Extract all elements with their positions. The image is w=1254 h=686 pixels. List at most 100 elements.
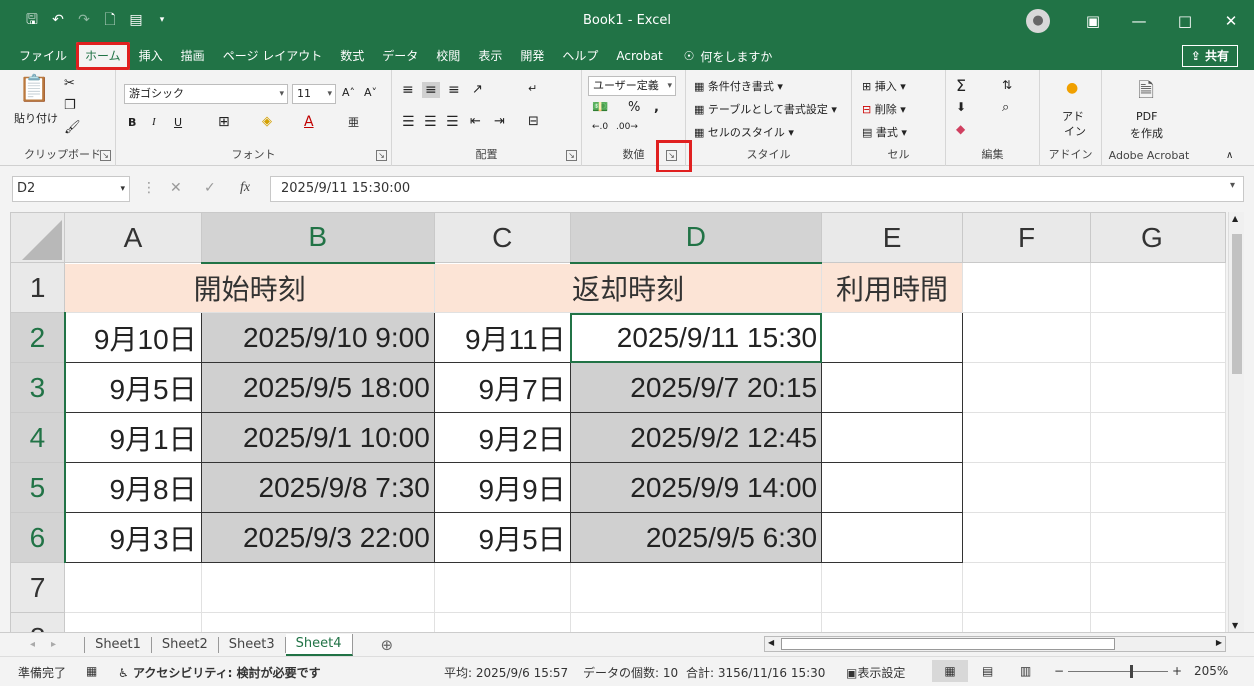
align-right-icon[interactable]: ☰ bbox=[446, 114, 459, 130]
sheet-tab-2[interactable]: Sheet2 bbox=[152, 636, 219, 653]
tab-insert[interactable]: 挿入 bbox=[130, 42, 172, 70]
addins-label-2[interactable]: イン bbox=[1064, 123, 1086, 139]
row-header-5[interactable]: 5 bbox=[10, 462, 66, 513]
sheet-tab-4[interactable]: Sheet4 bbox=[285, 633, 353, 656]
accessibility-status[interactable]: ♿ アクセシビリティ: 検討が必要です bbox=[118, 664, 321, 681]
autosum-icon[interactable]: Σ bbox=[956, 76, 966, 95]
column-header-b[interactable]: B bbox=[200, 212, 435, 264]
collapse-ribbon-icon[interactable]: ∧ bbox=[1226, 150, 1233, 161]
close-icon[interactable]: ✕ bbox=[1208, 12, 1254, 30]
cell[interactable] bbox=[1090, 412, 1226, 463]
zoom-slider-thumb[interactable] bbox=[1130, 665, 1133, 678]
increase-decimal-icon[interactable]: ←.0 bbox=[592, 122, 608, 132]
cell[interactable] bbox=[1090, 312, 1226, 363]
cell-a5[interactable]: 9月8日 bbox=[64, 462, 202, 513]
cell-e4[interactable] bbox=[821, 412, 963, 463]
paste-label[interactable]: 貼り付け bbox=[14, 110, 58, 126]
formula-input[interactable]: 2025/9/11 15:30:00 bbox=[270, 176, 1244, 202]
cell[interactable] bbox=[961, 612, 1092, 632]
cell-c5[interactable]: 9月9日 bbox=[433, 462, 571, 513]
tab-review[interactable]: 校閲 bbox=[427, 42, 469, 70]
cell[interactable] bbox=[64, 612, 202, 632]
column-header-e[interactable]: E bbox=[821, 212, 963, 263]
clipboard-launcher-icon[interactable]: ↘ bbox=[100, 150, 111, 161]
row-header-3[interactable]: 3 bbox=[10, 362, 66, 413]
font-launcher-icon[interactable]: ↘ bbox=[376, 150, 387, 161]
tab-developer[interactable]: 開発 bbox=[511, 42, 553, 70]
macro-record-icon[interactable]: ▦ bbox=[86, 664, 97, 678]
format-cells-button[interactable]: ▤ 書式 ▾ bbox=[862, 124, 907, 140]
column-header-g[interactable]: G bbox=[1090, 212, 1226, 263]
cell-d6[interactable]: 2025/9/5 6:30 bbox=[569, 512, 823, 563]
phonetic-icon[interactable]: 亜 bbox=[348, 114, 359, 130]
cell[interactable] bbox=[1090, 462, 1226, 513]
sheet-tab-3[interactable]: Sheet3 bbox=[219, 636, 286, 653]
increase-font-icon[interactable]: A˄ bbox=[342, 86, 355, 99]
fill-icon[interactable]: ⬇ bbox=[956, 100, 966, 114]
column-header-d[interactable]: D bbox=[569, 212, 823, 264]
cell[interactable] bbox=[569, 562, 823, 613]
cell[interactable] bbox=[1090, 612, 1226, 632]
cancel-icon[interactable]: ✕ bbox=[170, 180, 182, 196]
cell[interactable] bbox=[433, 612, 571, 632]
cell-c4[interactable]: 9月2日 bbox=[433, 412, 571, 463]
tab-data[interactable]: データ bbox=[373, 42, 427, 70]
zoom-slider[interactable] bbox=[1068, 671, 1168, 672]
addins-icon[interactable]: ● bbox=[1066, 80, 1078, 96]
cell-d4[interactable]: 2025/9/2 12:45 bbox=[569, 412, 823, 463]
row-header-6[interactable]: 6 bbox=[10, 512, 66, 563]
cell-d5[interactable]: 2025/9/9 14:00 bbox=[569, 462, 823, 513]
italic-button[interactable]: I bbox=[152, 116, 156, 128]
user-avatar-icon[interactable]: ● bbox=[1026, 9, 1050, 33]
merge-center-icon[interactable]: ⊟ bbox=[528, 114, 539, 129]
tab-page-layout[interactable]: ページ レイアウト bbox=[214, 42, 332, 70]
vertical-scrollbar[interactable]: ▲ ▼ bbox=[1228, 212, 1244, 632]
name-box[interactable]: D2 ▾ bbox=[12, 176, 130, 202]
cell-c3[interactable]: 9月7日 bbox=[433, 362, 571, 413]
horizontal-scrollbar[interactable]: ◀ ▶ bbox=[764, 636, 1226, 652]
align-left-icon[interactable]: ☰ bbox=[402, 114, 415, 130]
tab-home[interactable]: ホーム bbox=[76, 42, 130, 70]
share-button[interactable]: ⇪ 共有 bbox=[1181, 45, 1238, 67]
cell[interactable] bbox=[1090, 562, 1226, 613]
find-select-icon[interactable]: ⌕ bbox=[1002, 100, 1009, 115]
tab-formulas[interactable]: 数式 bbox=[331, 42, 373, 70]
copy-icon[interactable]: ❐ bbox=[64, 98, 76, 113]
cell-e3[interactable] bbox=[821, 362, 963, 413]
display-settings[interactable]: ▣表示設定 bbox=[846, 664, 905, 681]
align-middle-icon[interactable]: ≡ bbox=[422, 82, 440, 98]
zoom-out-icon[interactable]: − bbox=[1054, 664, 1064, 678]
addins-label-1[interactable]: アド bbox=[1062, 108, 1084, 124]
cell[interactable] bbox=[821, 612, 963, 632]
alignment-launcher-icon[interactable]: ↘ bbox=[566, 150, 577, 161]
cell[interactable] bbox=[433, 562, 571, 613]
cell-d3[interactable]: 2025/9/7 20:15 bbox=[569, 362, 823, 413]
increase-indent-icon[interactable]: ⇥ bbox=[494, 114, 505, 129]
comma-button[interactable]: , bbox=[654, 100, 659, 115]
cell-b4[interactable]: 2025/9/1 10:00 bbox=[200, 412, 435, 463]
cell[interactable] bbox=[1090, 362, 1226, 413]
underline-button[interactable]: U bbox=[174, 116, 182, 129]
cell-e2[interactable] bbox=[821, 312, 963, 363]
sort-filter-icon[interactable]: ⇅ bbox=[1002, 78, 1012, 92]
column-header-f[interactable]: F bbox=[961, 212, 1092, 263]
cell[interactable] bbox=[961, 362, 1092, 413]
cell-styles-button[interactable]: ▦ セルのスタイル ▾ bbox=[694, 124, 794, 140]
borders-icon[interactable]: ⊞ bbox=[218, 114, 230, 130]
cell[interactable] bbox=[200, 562, 435, 613]
zoom-level[interactable]: 205% bbox=[1194, 664, 1228, 678]
cell-a4[interactable]: 9月1日 bbox=[64, 412, 202, 463]
select-all-corner[interactable] bbox=[10, 212, 66, 263]
font-size-select[interactable]: 11 ▾ bbox=[292, 84, 336, 104]
cell-a2[interactable]: 9月10日 bbox=[64, 312, 202, 363]
orientation-icon[interactable]: ↗ bbox=[472, 82, 483, 97]
cut-icon[interactable]: ✂ bbox=[64, 76, 75, 91]
next-sheet-icon[interactable]: ▸ bbox=[51, 639, 56, 650]
page-break-view-icon[interactable]: ▥ bbox=[1020, 664, 1031, 678]
scroll-right-icon[interactable]: ▶ bbox=[1216, 638, 1222, 647]
enter-icon[interactable]: ✓ bbox=[204, 180, 216, 196]
font-family-select[interactable]: 游ゴシック ▾ bbox=[124, 84, 288, 104]
cell[interactable] bbox=[961, 312, 1092, 363]
tab-help[interactable]: ヘルプ bbox=[553, 42, 607, 70]
expand-formula-icon[interactable]: ▾ bbox=[1230, 180, 1235, 191]
